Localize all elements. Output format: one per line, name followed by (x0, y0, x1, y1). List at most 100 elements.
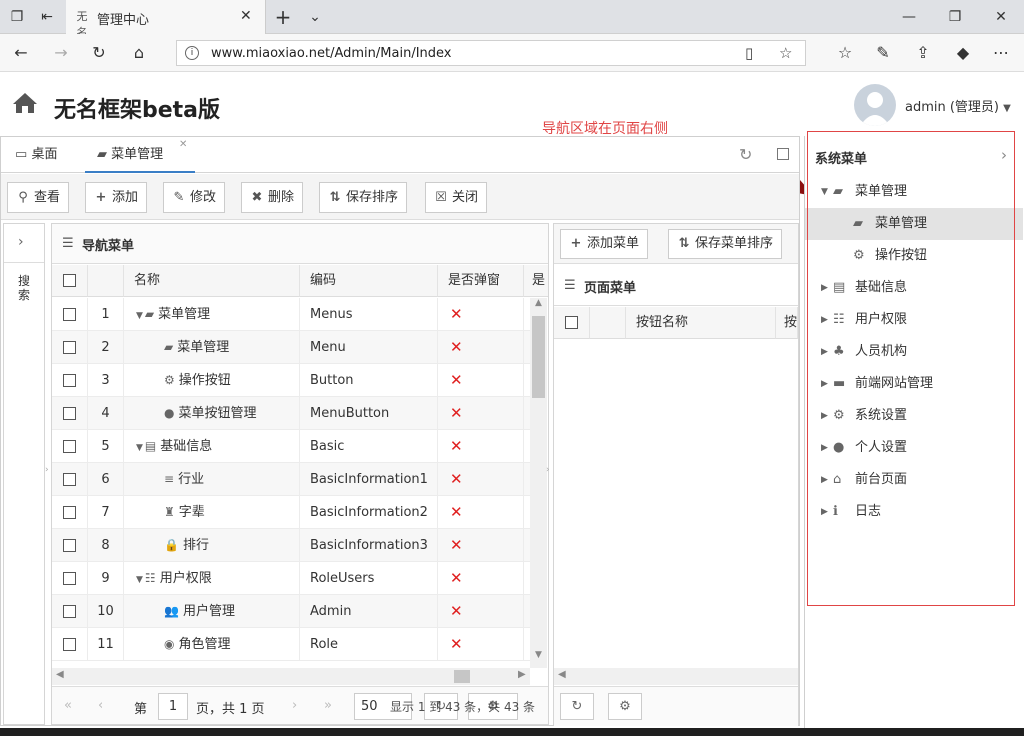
column-header-name[interactable]: 名称 (124, 265, 300, 297)
scroll-left-icon[interactable]: ◀ (558, 669, 566, 680)
table-row[interactable]: 6 ≡ 行业 BasicInformation1 ✕ (52, 463, 530, 496)
scroll-right-icon[interactable]: ▶ (518, 669, 526, 680)
main-content: ▭ 桌面 ▰ 菜单管理 ✕ ↻ ⚲ 查看 + 添加 ✎ 修改 ✖ 删除 ⇅ 保存排序 ☒ 关… (0, 136, 800, 726)
first-page-icon[interactable]: « (64, 698, 72, 713)
reload-icon[interactable]: ↻ (560, 693, 594, 720)
forward-icon[interactable]: → (50, 42, 72, 64)
user-menu[interactable]: admin (管理员) ▼ (905, 96, 1011, 115)
row-checkbox[interactable] (52, 364, 88, 397)
caret-down-icon[interactable]: ▼ (136, 443, 143, 453)
splitter-handle-icon[interactable]: › (546, 465, 550, 475)
select-all-checkbox[interactable] (52, 265, 88, 297)
row-checkbox[interactable] (52, 397, 88, 430)
popup-cell: ✕ (438, 628, 524, 661)
column-header-code[interactable]: 编码 (300, 265, 438, 297)
edit-button[interactable]: ✎ 修改 (163, 182, 226, 213)
table-row[interactable]: 3 ⚙ 操作按钮 Button ✕ (52, 364, 530, 397)
home-icon[interactable]: ⌂ (128, 42, 150, 64)
next-page-icon[interactable]: › (292, 698, 297, 713)
column-header-more[interactable]: 按 (776, 307, 798, 339)
row-checkbox[interactable] (52, 628, 88, 661)
browser-tab-bar: ❐ ⇤ 无名 管理中心 ✕ + ⌄ — ❐ ✕ (0, 0, 1024, 39)
row-checkbox[interactable] (52, 529, 88, 562)
refresh-icon[interactable]: ↻ (88, 42, 110, 64)
column-header-more[interactable]: 是 (524, 265, 548, 297)
table-row[interactable]: 10 👥 用户管理 Admin ✕ (52, 595, 530, 628)
table-row[interactable]: 4 ● 菜单按钮管理 MenuButton ✕ (52, 397, 530, 430)
favorites-icon[interactable]: ☆ (834, 42, 856, 64)
extension-icon[interactable]: ◆ (952, 42, 974, 64)
caret-down-icon[interactable]: ▼ (136, 311, 143, 321)
row-checkbox[interactable] (52, 463, 88, 496)
refresh-icon[interactable]: ↻ (739, 145, 752, 164)
browser-tab[interactable]: 无名 管理中心 ✕ (66, 0, 266, 39)
column-header-popup[interactable]: 是否弹窗 (438, 265, 524, 297)
chevron-right-icon[interactable]: › (18, 234, 24, 250)
close-window-icon[interactable]: ✕ (990, 6, 1012, 28)
no-popup-icon: ✕ (450, 305, 463, 323)
prev-page-icon[interactable]: ‹ (98, 698, 103, 713)
row-checkbox[interactable] (52, 430, 88, 463)
row-code: Basic (300, 430, 438, 463)
vertical-scrollbar[interactable]: ▲ ▼ (530, 298, 547, 668)
close-button[interactable]: ☒ 关闭 (425, 182, 488, 213)
tab-actions-icon[interactable]: ❐ (6, 6, 28, 28)
page-menu-hscrollbar[interactable]: ◀ (554, 668, 798, 685)
row-checkbox[interactable] (52, 496, 88, 529)
add-button[interactable]: + 添加 (85, 182, 148, 213)
pen-icon[interactable]: ✎ (872, 42, 894, 64)
back-icon[interactable]: ← (10, 42, 32, 64)
more-icon[interactable]: ⋯ (990, 42, 1012, 64)
no-popup-icon: ✕ (450, 470, 463, 488)
maximize-icon[interactable] (777, 148, 789, 160)
no-popup-icon: ✕ (450, 437, 463, 455)
close-tab-icon[interactable]: ✕ (240, 8, 252, 24)
add-menu-button[interactable]: + 添加菜单 (560, 229, 649, 259)
reading-view-icon[interactable]: ▯ (745, 44, 753, 62)
horizontal-scrollbar[interactable]: ◀ ▶ (52, 668, 530, 685)
row-checkbox[interactable] (52, 298, 88, 331)
new-tab-icon[interactable]: + (272, 6, 294, 28)
search-collapse-strip[interactable]: › 搜索 (3, 223, 45, 725)
avatar[interactable] (854, 84, 896, 126)
save-sort-button[interactable]: ⇅ 保存排序 (319, 182, 408, 213)
back-tabs-icon[interactable]: ⇤ (36, 6, 58, 28)
table-row[interactable]: 7 ♜ 字辈 BasicInformation2 ✕ (52, 496, 530, 529)
row-checkbox[interactable] (52, 562, 88, 595)
table-row[interactable]: 1 ▼ ▰ 菜单管理 Menus ✕ (52, 298, 530, 331)
table-row[interactable]: 2 ▰ 菜单管理 Menu ✕ (52, 331, 530, 364)
table-row[interactable]: 8 🔒 排行 BasicInformation3 ✕ (52, 529, 530, 562)
scroll-down-icon[interactable]: ▼ (530, 650, 547, 664)
table-row[interactable]: 9 ▼ ☷ 用户权限 RoleUsers ✕ (52, 562, 530, 595)
scroll-up-icon[interactable]: ▲ (530, 298, 547, 312)
save-menu-sort-button[interactable]: ⇅ 保存菜单排序 (668, 229, 783, 259)
info-icon[interactable]: i (185, 46, 199, 60)
table-row[interactable]: 11 ◉ 角色管理 Role ✕ (52, 628, 530, 661)
view-button[interactable]: ⚲ 查看 (7, 182, 70, 213)
row-code: BasicInformation1 (300, 463, 438, 496)
share-icon[interactable]: ⇪ (912, 42, 934, 64)
column-header-button-name[interactable]: 按钮名称 (626, 307, 776, 339)
caret-down-icon[interactable]: ▼ (136, 575, 143, 585)
page-input[interactable]: 1 (158, 693, 188, 720)
scroll-thumb[interactable] (532, 316, 545, 398)
last-page-icon[interactable]: » (324, 698, 332, 713)
page-menu-select-all[interactable] (554, 307, 590, 339)
row-checkbox[interactable] (52, 595, 88, 628)
scroll-left-icon[interactable]: ◀ (56, 669, 64, 680)
tab-desktop[interactable]: ▭ 桌面 (15, 137, 85, 173)
grid-header: ☰ 导航菜单 (52, 224, 548, 264)
minimize-icon[interactable]: — (898, 6, 920, 28)
delete-button[interactable]: ✖ 删除 (241, 182, 304, 213)
table-row[interactable]: 5 ▼ ▤ 基础信息 Basic ✕ (52, 430, 530, 463)
maximize-icon[interactable]: ❐ (944, 6, 966, 28)
tab-list-chevron-icon[interactable]: ⌄ (304, 6, 326, 28)
row-checkbox[interactable] (52, 331, 88, 364)
favorite-star-icon[interactable]: ☆ (779, 44, 792, 62)
close-tab-icon[interactable]: ✕ (179, 127, 187, 163)
url-field[interactable]: i www.miaoxiao.net/Admin/Main/Index ▯ ☆ (176, 40, 806, 66)
tab-menu-manage[interactable]: ▰ 菜单管理 ✕ (85, 137, 195, 173)
hscroll-thumb[interactable] (454, 670, 470, 683)
settings-icon[interactable]: ⚙ (608, 693, 642, 720)
splitter-handle-left-icon[interactable]: › (45, 465, 49, 475)
